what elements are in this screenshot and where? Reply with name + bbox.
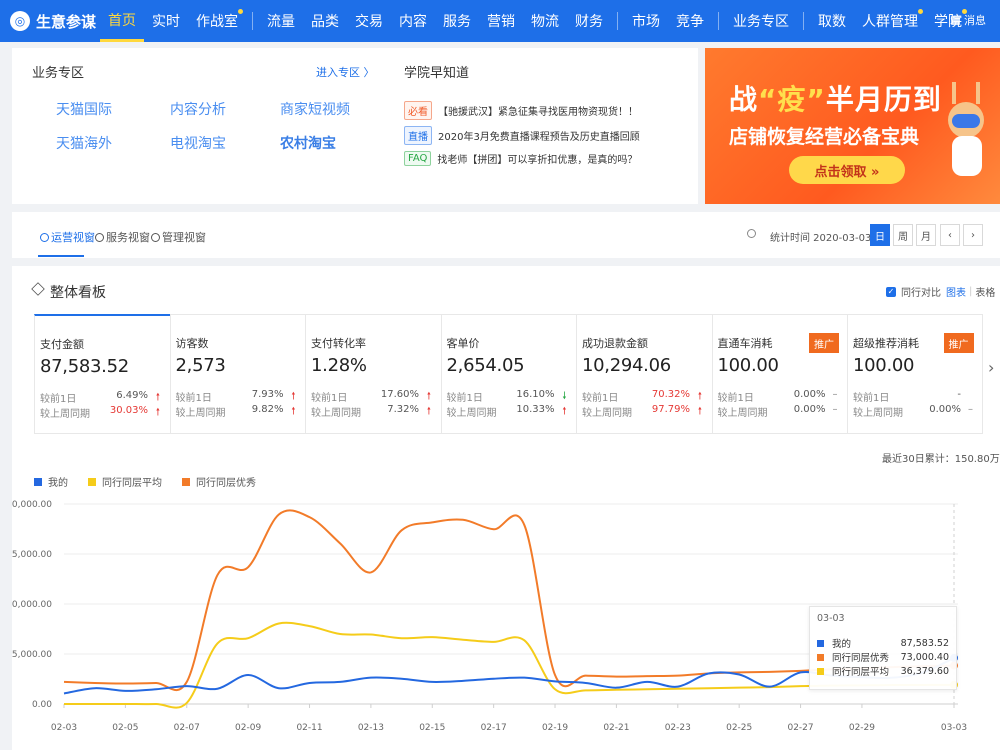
chart-tooltip: 03-03 我的 87,583.52 同行同层优秀 73,000.40 同行同层平均 36… (809, 606, 957, 690)
tab-operations[interactable]: 运营视窗 (40, 229, 95, 245)
active-tab-indicator (38, 255, 84, 257)
nav-group-1: 首页 实时 作战室 (100, 0, 246, 42)
must-read-tag: 必看 (404, 101, 432, 120)
x-tick-label: 02-29 (849, 723, 875, 733)
biz-link-short-video[interactable]: 商家短视频 (280, 99, 350, 119)
y-tick-label: 190,000.00 (12, 600, 52, 610)
nav-market[interactable]: 市场 (624, 0, 668, 42)
biz-link-tmall-overseas[interactable]: 天猫海外 (56, 133, 112, 153)
tooltip-date: 03-03 (817, 613, 845, 624)
promo-banner[interactable]: 战“疫”半月历到 店铺恢复经营必备宝典 点击领取 » (705, 48, 1000, 204)
nav-crowd-management[interactable]: 人群管理 (854, 0, 926, 42)
x-tick-label: 02-07 (174, 723, 200, 733)
info-icon[interactable] (747, 229, 756, 238)
nav-traffic[interactable]: 流量 (259, 0, 303, 42)
business-panel: 业务专区 进入专区 〉 天猫国际 内容分析 商家短视频 天猫海外 电视淘宝 农村… (12, 48, 698, 204)
y-tick-label: 0.00 (32, 700, 52, 710)
nav-divider (803, 12, 804, 30)
nav-logistics[interactable]: 物流 (523, 0, 567, 42)
nav-finance[interactable]: 财务 (567, 0, 611, 42)
tooltip-row: 我的 87,583.52 (817, 636, 949, 650)
nav-competition[interactable]: 竞争 (668, 0, 712, 42)
next-period-button[interactable]: › (963, 224, 983, 246)
period-week-button[interactable]: 周 (893, 224, 913, 246)
banner-subtitle: 店铺恢复经营必备宝典 (729, 126, 920, 148)
message-icon (951, 15, 960, 25)
x-tick-label: 02-05 (112, 723, 138, 733)
x-tick-label: 02-15 (419, 723, 445, 733)
y-tick-label: 380,000.00 (12, 500, 52, 510)
nav-divider (617, 12, 618, 30)
claim-button[interactable]: 点击领取 » (789, 156, 905, 184)
tooltip-row: 同行同层优秀 73,000.40 (817, 650, 949, 664)
nav-group-5: 取数 人群管理 学院 (810, 0, 970, 42)
app-name: 生意参谋 (36, 12, 97, 31)
x-tick-label: 02-23 (665, 723, 691, 733)
biz-link-rural-taobao[interactable]: 农村淘宝 (280, 133, 336, 153)
headset-icon (95, 232, 104, 242)
overview-panel: 整体看板 ✓ 同行对比 图表 | 表格 支付金额 87,583.52 较前1日 … (12, 266, 1000, 750)
prev-period-button[interactable]: ‹ (940, 224, 960, 246)
nav-business-zone[interactable]: 业务专区 (725, 0, 797, 42)
y-tick-label: 285,000.00 (12, 550, 52, 560)
news-item[interactable]: 必看 【驰援武汉】紧急征集寻找医用物资现货！！ (404, 101, 638, 120)
tab-service[interactable]: 服务视窗 (95, 229, 150, 245)
news-item[interactable]: 直播 2020年3月免费直播课程预告及历史直播回顾 (404, 126, 640, 145)
nav-category[interactable]: 品类 (303, 0, 347, 42)
banner-title: 战“疫”半月历到 (729, 83, 942, 116)
x-tick-label: 02-25 (726, 723, 752, 733)
notification-dot (918, 9, 923, 14)
nav-divider (718, 12, 719, 30)
x-tick-label: 02-27 (787, 723, 813, 733)
tab-management[interactable]: 管理视窗 (151, 229, 206, 245)
badge-icon (151, 232, 160, 242)
period-day-button[interactable]: 日 (870, 224, 890, 246)
tooltip-row: 同行同层平均 36,379.60 (817, 664, 949, 678)
view-tabs-bar: 运营视窗 服务视窗 管理视窗 统计时间 2020-03-03 日 周 月 ‹ › (12, 212, 1000, 258)
nav-divider (252, 12, 253, 30)
nav-marketing[interactable]: 营销 (479, 0, 523, 42)
nav-fetch-data[interactable]: 取数 (810, 0, 854, 42)
x-tick-label: 02-17 (481, 723, 507, 733)
nav-content[interactable]: 内容 (391, 0, 435, 42)
x-tick-label: 02-13 (358, 723, 384, 733)
x-tick-label: 02-21 (603, 723, 629, 733)
nav-home[interactable]: 首页 (100, 0, 144, 42)
nav-realtime[interactable]: 实时 (144, 0, 188, 42)
x-tick-label: 02-03 (51, 723, 77, 733)
x-tick-label: 02-09 (235, 723, 261, 733)
logo[interactable]: ◎ 生意参谋 (0, 11, 100, 32)
business-title: 业务专区 (32, 66, 85, 81)
academy-title: 学院早知道 (404, 66, 470, 81)
faq-tag: FAQ (404, 151, 432, 166)
deer-mascot-icon (938, 78, 994, 188)
nav-trade[interactable]: 交易 (347, 0, 391, 42)
biz-link-tmall-global[interactable]: 天猫国际 (56, 99, 112, 119)
x-tick-label: 03-03 (941, 723, 967, 733)
nav-group-2: 流量 品类 交易 内容 服务 营销 物流 财务 (259, 0, 611, 42)
x-tick-label: 02-11 (296, 723, 322, 733)
shield-icon (40, 232, 49, 242)
nav-service[interactable]: 服务 (435, 0, 479, 42)
enter-zone-link[interactable]: 进入专区 〉 (316, 64, 375, 80)
nav-group-3: 市场 竞争 (624, 0, 712, 42)
logo-icon: ◎ (10, 11, 30, 31)
nav-group-4: 业务专区 (725, 0, 797, 42)
nav-war-room[interactable]: 作战室 (188, 0, 246, 42)
y-tick-label: 95,000.00 (12, 650, 52, 660)
top-nav: ◎ 生意参谋 首页 实时 作战室 流量 品类 交易 内容 服务 营销 物流 财务… (0, 0, 1000, 42)
biz-link-content-analysis[interactable]: 内容分析 (170, 99, 226, 119)
x-tick-label: 02-19 (542, 723, 568, 733)
live-tag: 直播 (404, 126, 432, 145)
period-month-button[interactable]: 月 (916, 224, 936, 246)
news-item[interactable]: FAQ 找老师【拼团】可以享折扣优惠，是真的吗？ (404, 151, 637, 166)
biz-link-tv-taobao[interactable]: 电视淘宝 (170, 133, 226, 153)
messages-button[interactable]: 消息 (951, 12, 986, 28)
notification-dot (238, 9, 243, 14)
stat-time: 统计时间 2020-03-03 (770, 233, 872, 244)
